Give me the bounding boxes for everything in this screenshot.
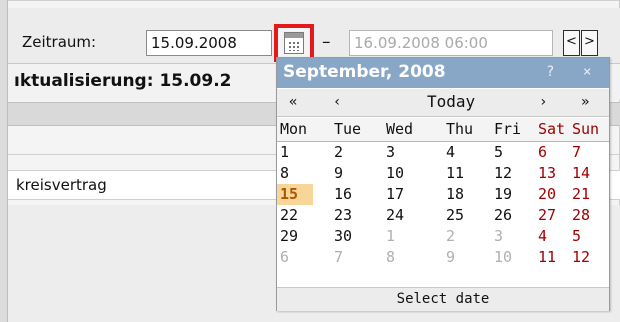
weekday-label: Thu <box>446 120 474 138</box>
calendar-icon <box>284 32 304 54</box>
calendar-day[interactable]: 19 <box>491 184 535 205</box>
calendar-day[interactable]: 8 <box>277 163 321 184</box>
prev-period-button[interactable]: < <box>563 30 580 56</box>
weekday-header: Mon Tue Wed Thu Fri Sat Sun <box>277 118 609 142</box>
weekday-label: Fri <box>494 120 522 138</box>
calendar-day-other-month[interactable]: 6 <box>277 247 321 268</box>
calendar-day[interactable]: 28 <box>569 205 613 226</box>
weekday-label: Sun <box>572 120 600 138</box>
weekday-label: Wed <box>386 120 414 138</box>
calendar-day[interactable]: 14 <box>569 163 613 184</box>
calendar-day[interactable]: 18 <box>443 184 487 205</box>
calendar-day[interactable]: 25 <box>443 205 487 226</box>
calendar-day[interactable]: 11 <box>443 163 487 184</box>
calendar-day[interactable]: 24 <box>383 205 427 226</box>
calendar-day[interactable]: 3 <box>383 142 427 163</box>
calendar-day-other-month[interactable]: 10 <box>491 247 535 268</box>
calendar-week: 22 23 24 25 26 27 28 <box>277 205 609 226</box>
calendar-day[interactable]: 5 <box>491 142 535 163</box>
date-toolbar: Zeitraum: 15.09.2008 – 16.09.2008 06:00 … <box>8 8 620 64</box>
calendar-day-selected[interactable]: 15 <box>277 184 313 205</box>
calendar-help-button[interactable]: ? <box>546 64 554 80</box>
calendar-day-other-month[interactable]: 12 <box>569 247 613 268</box>
next-period-button[interactable]: > <box>581 30 598 56</box>
calendar-day[interactable]: 29 <box>277 226 321 247</box>
calendar-week: 6 7 8 9 10 11 12 <box>277 247 609 268</box>
calendar-week: 15 16 17 18 19 20 21 <box>277 184 609 205</box>
date-to-input[interactable]: 16.09.2008 06:00 <box>349 30 553 56</box>
calendar-day[interactable]: 17 <box>383 184 427 205</box>
calendar-day-other-month[interactable]: 5 <box>569 226 613 247</box>
last-update-text: ıktualisierung: 15.09.2 <box>14 71 232 91</box>
weekday-label: Tue <box>334 120 362 138</box>
calendar-day[interactable]: 1 <box>277 142 321 163</box>
calendar-week: 8 9 10 11 12 13 14 <box>277 163 609 184</box>
calendar-title-bar: September, 2008 ? × <box>277 58 609 88</box>
calendar-day-other-month[interactable]: 3 <box>491 226 535 247</box>
calendar-day[interactable]: 21 <box>569 184 613 205</box>
calendar-month-title: September, 2008 <box>283 62 446 82</box>
calendar-day-other-month[interactable]: 8 <box>383 247 427 268</box>
calendar-day[interactable]: 26 <box>491 205 535 226</box>
calendar-day-other-month[interactable]: 7 <box>331 247 375 268</box>
calendar-status-bar: Select date <box>277 287 609 311</box>
calendar-day-other-month[interactable]: 9 <box>443 247 487 268</box>
calendar-day[interactable]: 4 <box>443 142 487 163</box>
next-month-button[interactable]: › <box>539 94 547 110</box>
calendar-popup: September, 2008 ? × « ‹ Today › » Mon Tu… <box>276 57 610 311</box>
calendar-day[interactable]: 16 <box>331 184 375 205</box>
calendar-week: 1 2 3 4 5 6 7 <box>277 142 609 163</box>
prev-month-button[interactable]: ‹ <box>333 94 341 110</box>
calendar-day[interactable]: 10 <box>383 163 427 184</box>
next-year-button[interactable]: » <box>581 94 589 110</box>
calendar-day[interactable]: 2 <box>331 142 375 163</box>
calendar-week: 29 30 1 2 3 4 5 <box>277 226 609 247</box>
calendar-grid: Mon Tue Wed Thu Fri Sat Sun 1 2 3 4 5 6 … <box>277 118 609 268</box>
calendar-close-button[interactable]: × <box>583 64 591 80</box>
row-label: kreisvertrag <box>16 176 107 194</box>
calendar-day[interactable]: 9 <box>331 163 375 184</box>
calendar-day[interactable]: 7 <box>569 142 613 163</box>
prev-year-button[interactable]: « <box>289 94 297 110</box>
date-from-input[interactable]: 15.09.2008 <box>146 30 272 56</box>
calendar-day[interactable]: 23 <box>331 205 375 226</box>
calendar-day[interactable]: 22 <box>277 205 321 226</box>
left-edge <box>0 0 8 322</box>
calendar-day[interactable]: 30 <box>331 226 375 247</box>
calendar-nav-bar: « ‹ Today › » <box>277 89 609 117</box>
today-button[interactable]: Today <box>427 92 475 111</box>
calendar-day-other-month[interactable]: 1 <box>383 226 427 247</box>
zeitraum-label: Zeitraum: <box>22 33 97 51</box>
calendar-day-other-month[interactable]: 2 <box>443 226 487 247</box>
range-dash: – <box>322 32 331 52</box>
weekday-label: Mon <box>280 120 308 138</box>
calendar-day[interactable]: 12 <box>491 163 535 184</box>
